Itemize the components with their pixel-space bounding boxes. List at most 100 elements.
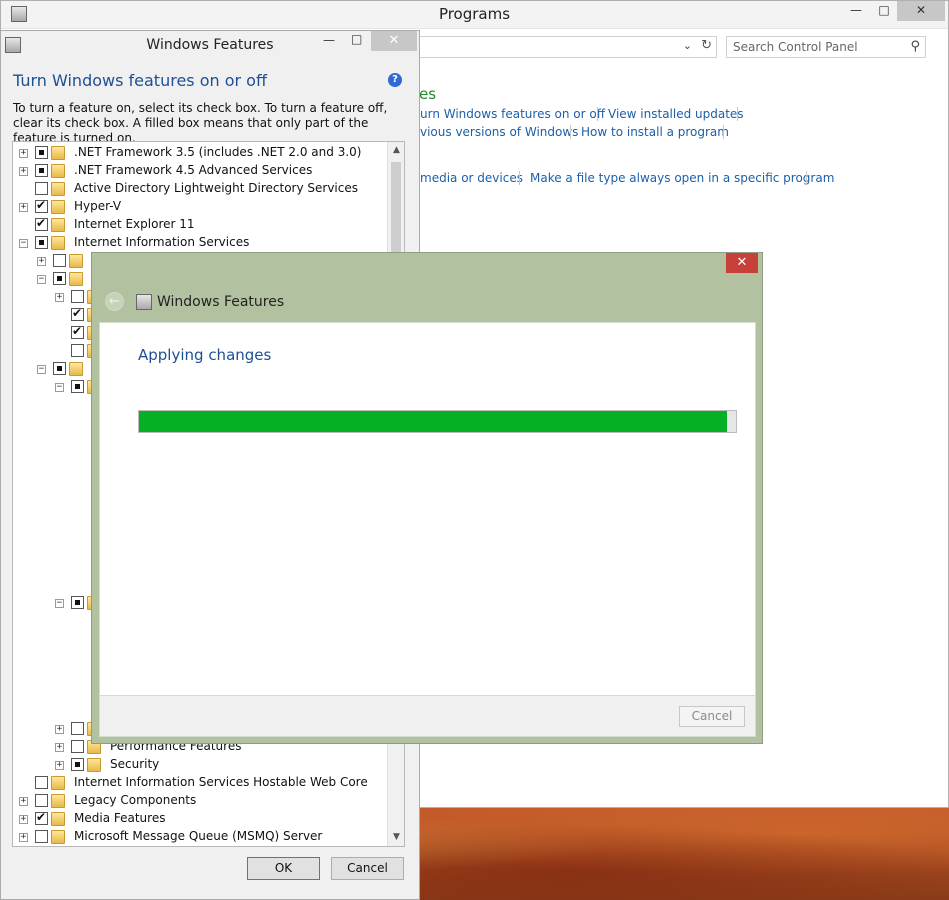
link-divider	[806, 171, 807, 185]
minimize-button[interactable]: —	[841, 1, 871, 21]
feature-label[interactable]: Active Directory Lightweight Directory S…	[74, 181, 358, 195]
cancel-button: Cancel	[679, 706, 745, 727]
folder-icon	[51, 164, 65, 178]
tree-item[interactable]: Active Directory Lightweight Directory S…	[19, 180, 389, 198]
tree-item[interactable]: + Hyper-V	[19, 198, 389, 216]
maximize-button[interactable]: □	[351, 32, 362, 46]
tree-item[interactable]: + Microsoft Message Queue (MSMQ) Server	[19, 828, 389, 846]
link-turn-windows-features[interactable]: urn Windows features on or off	[420, 107, 605, 121]
collapse-icon[interactable]: −	[19, 239, 28, 248]
applying-dialog-footer: Cancel	[99, 696, 756, 737]
expand-icon[interactable]: +	[19, 149, 28, 158]
ok-button[interactable]: OK	[247, 857, 320, 880]
maximize-button[interactable]: □	[869, 1, 899, 21]
applying-dialog-title: Windows Features	[157, 294, 285, 310]
link-view-installed-updates[interactable]: View installed updates	[608, 107, 744, 121]
feature-label[interactable]: Internet Information Services	[74, 235, 249, 249]
feature-checkbox[interactable]	[53, 272, 66, 285]
folder-icon	[69, 272, 83, 286]
features-titlebar: Windows Features — □ ✕	[1, 31, 419, 59]
feature-checkbox[interactable]	[35, 794, 48, 807]
tree-item[interactable]: + Media Features	[19, 810, 389, 828]
link-media-or-devices[interactable]: media or devices	[420, 171, 523, 185]
feature-checkbox[interactable]	[35, 216, 48, 231]
expand-icon[interactable]: +	[19, 815, 28, 824]
feature-checkbox[interactable]	[71, 290, 84, 303]
expand-icon[interactable]: +	[19, 833, 28, 842]
feature-label[interactable]: Microsoft Message Queue (MSMQ) Server	[74, 829, 322, 843]
tree-item[interactable]: Internet Explorer 11	[19, 216, 389, 234]
feature-checkbox[interactable]	[71, 344, 84, 357]
link-file-type-always-open[interactable]: Make a file type always open in a specif…	[530, 171, 834, 185]
feature-checkbox[interactable]	[35, 236, 48, 249]
folder-icon	[51, 218, 65, 232]
feature-checkbox[interactable]	[35, 810, 48, 825]
feature-checkbox[interactable]	[53, 254, 66, 267]
minimize-button[interactable]: —	[323, 33, 335, 47]
feature-checkbox[interactable]	[35, 164, 48, 177]
close-button[interactable]: ✕	[371, 31, 417, 51]
progress-bar	[138, 410, 737, 433]
feature-checkbox[interactable]	[71, 740, 84, 753]
feature-label[interactable]: Security	[110, 757, 159, 771]
feature-checkbox[interactable]	[71, 596, 84, 609]
expand-icon[interactable]: +	[55, 743, 64, 752]
expand-icon[interactable]: +	[55, 761, 64, 770]
programs-section-heading[interactable]: es	[419, 85, 436, 103]
cancel-button[interactable]: Cancel	[331, 857, 404, 880]
collapse-icon[interactable]: −	[55, 383, 64, 392]
feature-label[interactable]: Media Features	[74, 811, 165, 825]
link-divider	[570, 125, 571, 139]
folder-icon	[51, 830, 65, 844]
scroll-up-icon[interactable]: ▲	[388, 142, 404, 159]
tree-item[interactable]: + .NET Framework 3.5 (includes .NET 2.0 …	[19, 144, 389, 162]
feature-label[interactable]: Internet Information Services Hostable W…	[74, 775, 368, 789]
search-icon[interactable]: ⚲	[910, 39, 920, 54]
expand-icon[interactable]: +	[19, 167, 28, 176]
tree-item[interactable]: + Security	[55, 756, 404, 774]
feature-label[interactable]: .NET Framework 4.5 Advanced Services	[74, 163, 312, 177]
chevron-down-icon[interactable]: ⌄	[683, 39, 692, 52]
feature-checkbox[interactable]	[71, 380, 84, 393]
collapse-icon[interactable]: −	[37, 365, 46, 374]
expand-icon[interactable]: +	[19, 203, 28, 212]
feature-label[interactable]: Legacy Components	[74, 793, 196, 807]
expand-icon[interactable]: +	[55, 293, 64, 302]
feature-checkbox[interactable]	[71, 758, 84, 771]
search-box[interactable]: ⚲	[726, 36, 926, 58]
link-previous-versions[interactable]: vious versions of Windows	[420, 125, 578, 139]
tree-item[interactable]: + Legacy Components	[19, 792, 389, 810]
feature-checkbox[interactable]	[35, 182, 48, 195]
expand-icon[interactable]: +	[55, 725, 64, 734]
search-input[interactable]	[733, 40, 903, 54]
close-button[interactable]: ✕	[897, 1, 945, 21]
refresh-icon[interactable]: ↻	[701, 38, 712, 53]
link-how-to-install[interactable]: How to install a program	[581, 125, 729, 139]
feature-checkbox[interactable]	[71, 722, 84, 735]
programs-title: Programs	[438, 5, 511, 23]
tree-item[interactable]: Internet Information Services Hostable W…	[19, 774, 389, 792]
scroll-down-icon[interactable]: ▼	[388, 829, 404, 846]
feature-checkbox[interactable]	[71, 324, 84, 339]
tree-item[interactable]: − Internet Information Services	[19, 234, 389, 252]
tree-item[interactable]: + .NET Framework 4.5 Advanced Services	[19, 162, 389, 180]
feature-label[interactable]: .NET Framework 3.5 (includes .NET 2.0 an…	[74, 145, 361, 159]
collapse-icon[interactable]: −	[55, 599, 64, 608]
feature-checkbox[interactable]	[53, 362, 66, 375]
applying-dialog-body: Applying changes	[99, 322, 756, 696]
feature-checkbox[interactable]	[35, 198, 48, 213]
close-button[interactable]: ✕	[726, 253, 758, 273]
expand-icon[interactable]: +	[37, 257, 46, 266]
programs-titlebar: Programs — □ ✕	[1, 1, 948, 29]
feature-checkbox[interactable]	[35, 776, 48, 789]
help-icon[interactable]: ?	[388, 73, 402, 87]
feature-checkbox[interactable]	[71, 306, 84, 321]
collapse-icon[interactable]: −	[37, 275, 46, 284]
address-bar[interactable]: ⌄ ↻	[401, 36, 717, 58]
expand-icon[interactable]: +	[19, 797, 28, 806]
feature-label[interactable]: Hyper-V	[74, 199, 121, 213]
feature-checkbox[interactable]	[35, 146, 48, 159]
feature-label[interactable]: Internet Explorer 11	[74, 217, 195, 231]
back-arrow-icon[interactable]: ←	[105, 292, 124, 311]
feature-checkbox[interactable]	[35, 830, 48, 843]
